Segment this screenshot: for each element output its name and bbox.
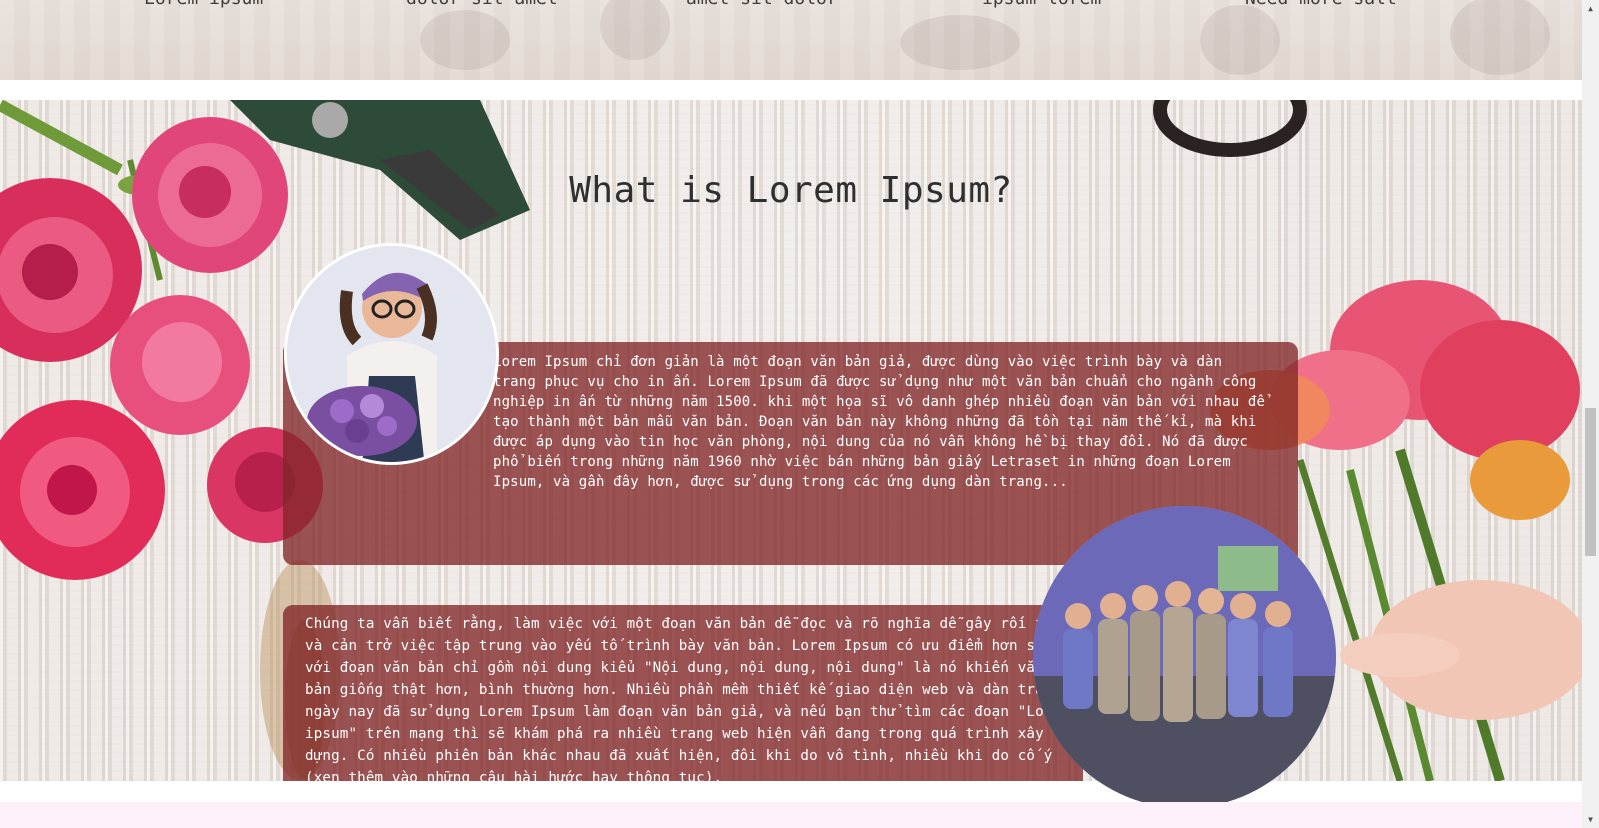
scroll-up-icon[interactable]: ▲	[1582, 0, 1599, 17]
about-section: What is Lorem Ipsum? Lorem Ipsum chỉ đơn…	[0, 100, 1582, 781]
team-photo-image	[1033, 506, 1336, 808]
nav-item-amet-sit-dolor[interactable]: amet sit dolor	[686, 0, 838, 9]
next-section-strip	[0, 802, 1582, 828]
section-title: What is Lorem Ipsum?	[569, 170, 1013, 211]
nav-item-lorem-ipsum[interactable]: Lorem ipsum	[144, 0, 263, 9]
florist-portrait-image	[284, 243, 499, 465]
nav-item-dolor-sit-amet[interactable]: dolor sit amet	[406, 0, 558, 9]
nav-item-ipsum-lorem[interactable]: ipsum lorem	[982, 0, 1101, 9]
scroll-thumb[interactable]	[1585, 408, 1596, 556]
top-banner: Lorem ipsum dolor sit amet amet sit dolo…	[0, 0, 1582, 80]
nav-item-need-more-salt[interactable]: Need more salt	[1245, 0, 1397, 9]
info-card-2-text: Chúng ta vẫn biết rằng, làm việc với một…	[305, 616, 1070, 781]
info-card-2: Chúng ta vẫn biết rằng, làm việc với một…	[283, 605, 1083, 781]
scissors-decoration-image	[1153, 100, 1307, 157]
vertical-scrollbar[interactable]: ▲ ▼	[1582, 0, 1599, 828]
scroll-down-icon[interactable]: ▼	[1582, 811, 1599, 828]
